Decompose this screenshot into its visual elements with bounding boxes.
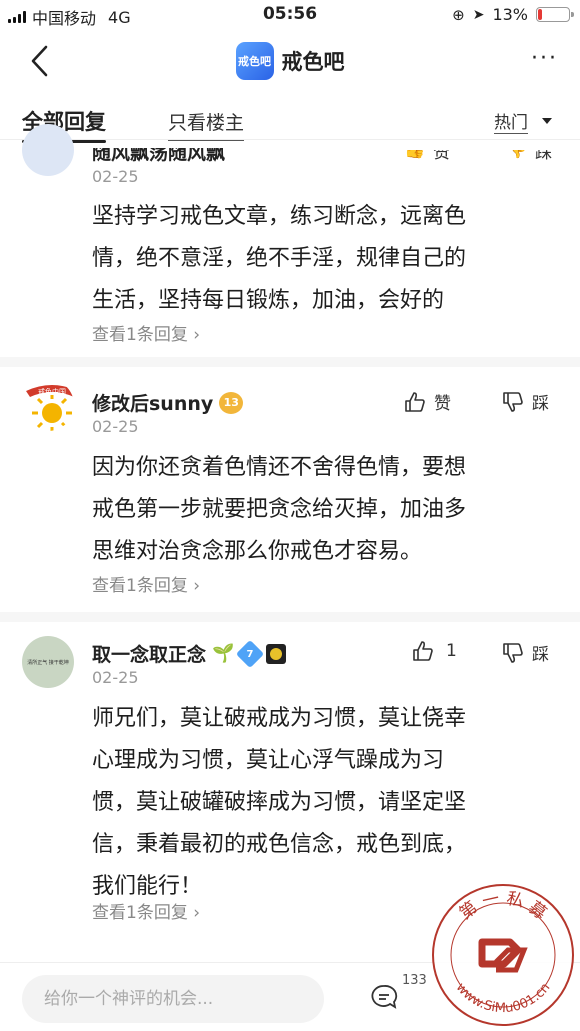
thumbs-down-icon — [503, 642, 523, 663]
avatar[interactable]: 戒色中国 — [22, 379, 74, 431]
sprout-icon: 🌱 — [212, 643, 235, 664]
dislike-button[interactable]: 👎 踩 — [506, 140, 552, 160]
chevron-right-icon: › — [193, 325, 201, 345]
comments-button[interactable] — [370, 983, 398, 1015]
watermark-stamp: 第 一 私 募 www.SiMu001.cn — [432, 884, 574, 1026]
chevron-right-icon: › — [193, 903, 201, 923]
thumbs-down-icon: 👎 — [506, 140, 528, 160]
reply-tabs: 全部回复 只看楼主 热门 — [0, 90, 580, 143]
comment-date: 02-25 — [92, 668, 139, 687]
like-button[interactable]: 👍 赞 — [404, 140, 450, 160]
dislike-button[interactable]: 踩 — [502, 389, 549, 414]
avatar[interactable]: 清所正气 接干乾坤 — [22, 636, 74, 688]
comment-username[interactable]: 随风飘荡随风飘 — [92, 148, 225, 162]
view-replies-link[interactable]: 查看1条回复 › — [92, 571, 200, 596]
like-button[interactable]: 1 — [412, 640, 457, 662]
comment-item: 随风飘荡随风飘 👍 赞 👎 踩 02-25 坚持学习戒色文章，练习断念，远离色 … — [0, 124, 580, 352]
view-replies-link[interactable]: 查看1条回复 › — [92, 320, 200, 345]
thumbs-up-icon: 👍 — [404, 140, 426, 160]
comment-bubble-icon — [371, 985, 398, 1009]
svg-text:戒色中国: 戒色中国 — [38, 387, 66, 396]
comment-input[interactable]: 给你一个神评的机会... — [22, 975, 324, 1023]
sun-avatar-image: 戒色中国 — [26, 385, 74, 431]
like-count: 1 — [446, 641, 457, 661]
medal-icon — [266, 643, 287, 664]
more-options-button[interactable]: ··· — [531, 46, 558, 71]
divider — [0, 612, 580, 622]
like-button[interactable]: 赞 — [404, 389, 451, 414]
chevron-right-icon: › — [193, 576, 201, 596]
navigation-bar: 戒色吧 戒色吧 ··· — [0, 34, 580, 88]
page-title[interactable]: 戒色吧 — [282, 46, 345, 76]
comment-text: 师兄们，莫让破戒成为习惯，莫让侥幸 心理成为习惯，莫让心浮气躁成为习 惯，莫让破… — [92, 706, 467, 899]
level-badge-icon: 7 — [236, 639, 265, 668]
thumbs-down-icon — [503, 391, 523, 412]
caret-down-icon — [542, 118, 552, 124]
comment-text: 坚持学习戒色文章，练习断念，远离色 情，绝不意淫，绝不手淫，规律自己的 生活，坚… — [92, 204, 467, 313]
sort-label: 热门 — [494, 108, 528, 134]
level-badge-icon: 13 — [219, 391, 244, 414]
comment-text: 因为你还贪着色情还不舍得色情，要想 戒色第一步就要把贪念给灭掉，加油多 思维对治… — [92, 455, 467, 564]
comment-date: 02-25 — [92, 417, 139, 436]
comment-item: 戒色中国 修改后sunny 13 赞 踩 02-25 因为你还贪着色情还不舍得色… — [0, 367, 580, 612]
dislike-button[interactable]: 踩 — [502, 640, 549, 665]
status-bar: 中国移动 4G 05:56 ⊕ ➤ 13% — [0, 0, 580, 34]
divider — [0, 357, 580, 367]
thumbs-up-icon — [413, 641, 433, 661]
comment-username[interactable]: 取一念取正念 🌱 7 — [92, 639, 287, 668]
battery-percent: 13% — [492, 5, 528, 24]
location-icon: ➤ — [472, 6, 485, 23]
comment-username[interactable]: 修改后sunny 13 — [92, 389, 244, 416]
forum-logo[interactable]: 戒色吧 — [235, 42, 274, 80]
thumbs-up-icon — [405, 391, 425, 412]
battery-icon — [536, 7, 574, 22]
lock-rotation-icon: ⊕ — [452, 5, 465, 24]
comment-date: 02-25 — [92, 167, 139, 186]
view-replies-link[interactable]: 查看1条回复 › — [92, 898, 200, 923]
avatar[interactable] — [22, 124, 74, 176]
comment-count: 133 — [402, 973, 427, 988]
sort-dropdown[interactable]: 热门 — [494, 108, 552, 134]
tab-op-only[interactable]: 只看楼主 — [168, 108, 245, 141]
